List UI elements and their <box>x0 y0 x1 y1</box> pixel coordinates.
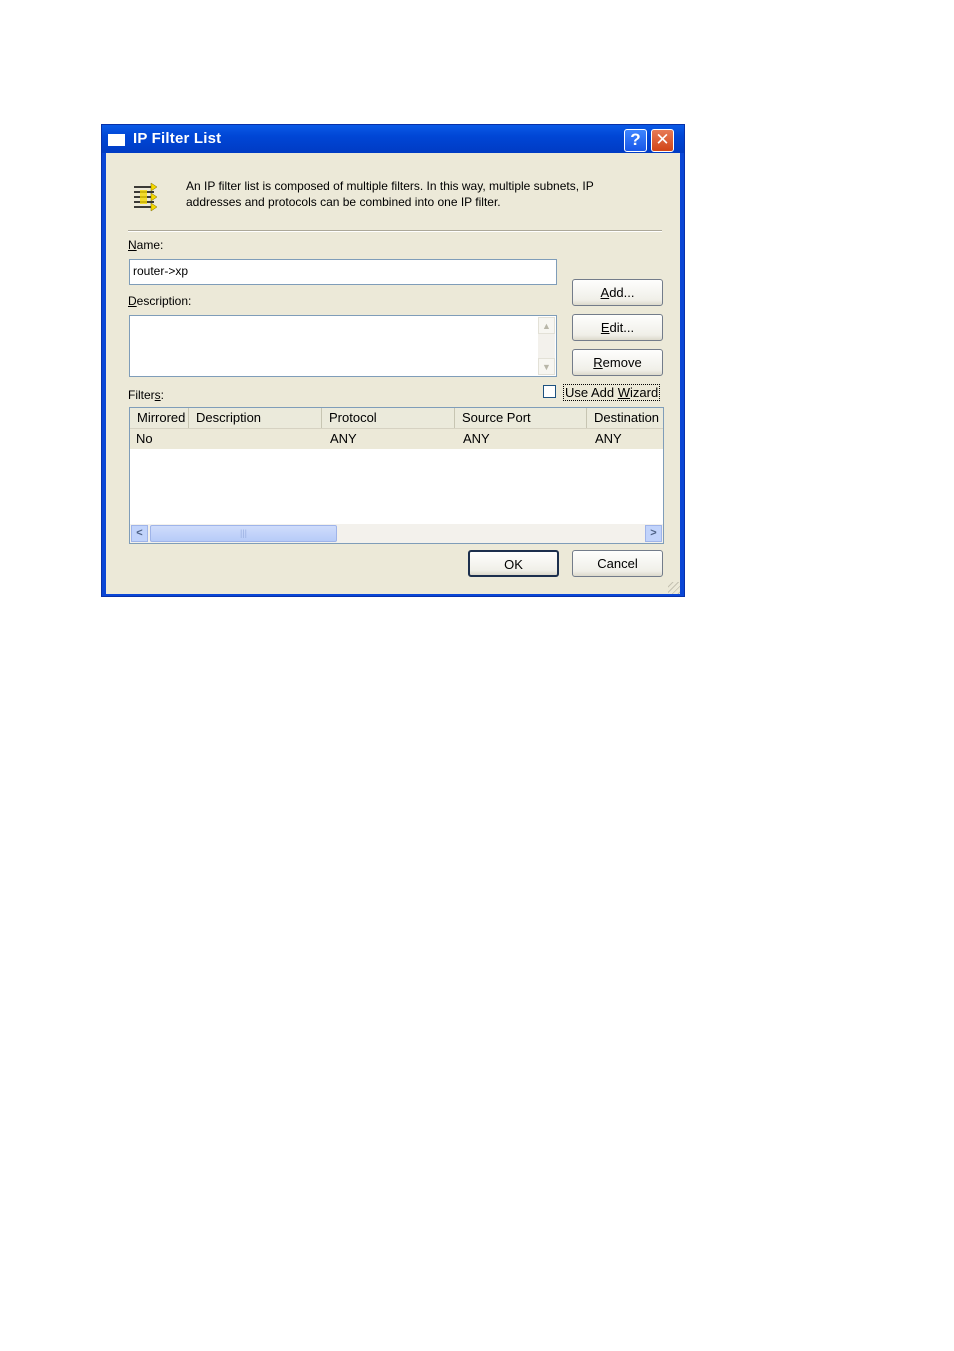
edit-button[interactable]: Edit... <box>572 314 663 341</box>
use-add-wizard-checkbox[interactable] <box>543 385 556 398</box>
remove-accel: R <box>593 355 603 370</box>
wizard-text-b: izard <box>630 385 659 400</box>
add-text: dd... <box>609 285 635 300</box>
name-label-text: ame: <box>136 238 164 252</box>
description-label-text: escription: <box>136 294 192 308</box>
window-title: IP Filter List <box>133 130 222 147</box>
cell-protocol: ANY <box>330 431 357 446</box>
add-accel: A <box>600 285 610 300</box>
column-header-description[interactable]: Description <box>189 408 322 428</box>
edit-text: dit... <box>609 320 635 335</box>
description-scrollbar[interactable]: ▲ ▼ <box>538 317 555 375</box>
column-header-protocol[interactable]: Protocol <box>322 408 455 428</box>
column-header-source-port[interactable]: Source Port <box>455 408 587 428</box>
scroll-down-icon[interactable]: ▼ <box>538 358 555 375</box>
wizard-text-a: Use Add <box>565 385 618 400</box>
scroll-left-icon[interactable]: < <box>131 525 148 542</box>
cell-destination: ANY <box>595 431 622 446</box>
name-field[interactable]: router->xp <box>129 259 557 285</box>
filters-label: Filters: <box>128 388 164 402</box>
filters-list[interactable]: Mirrored Description Protocol Source Por… <box>129 407 664 544</box>
cell-mirrored: No <box>136 431 153 446</box>
cell-description <box>189 429 195 449</box>
name-label-accel: N <box>128 238 137 252</box>
description-field[interactable]: ▲ ▼ <box>129 315 557 377</box>
remove-text: emove <box>602 355 642 370</box>
column-header-destination[interactable]: Destination <box>587 408 663 428</box>
cell-source-port: ANY <box>463 431 490 446</box>
edit-accel: E <box>600 320 610 335</box>
cancel-button[interactable]: Cancel <box>572 550 663 577</box>
help-button[interactable]: ? <box>624 129 647 152</box>
dialog-body: An IP filter list is composed of multipl… <box>106 153 680 594</box>
separator <box>128 230 662 232</box>
title-bar[interactable]: IP Filter List ? ✕ <box>102 125 684 153</box>
description-label: Description: <box>128 294 191 308</box>
add-button[interactable]: Add... <box>572 279 663 306</box>
scroll-thumb[interactable]: ||| <box>150 525 337 542</box>
use-add-wizard-label[interactable]: Use Add Wizard <box>563 384 661 401</box>
filters-text-b: : <box>160 388 165 402</box>
wizard-accel: W <box>617 385 631 400</box>
scroll-up-icon[interactable]: ▲ <box>538 317 555 334</box>
scroll-right-icon[interactable]: > <box>645 525 662 542</box>
ok-button[interactable]: OK <box>468 550 559 577</box>
filter-list-icon <box>134 182 158 212</box>
window-icon <box>108 134 125 146</box>
remove-button[interactable]: Remove <box>572 349 663 376</box>
column-header-mirrored[interactable]: Mirrored <box>130 408 189 428</box>
horizontal-scrollbar[interactable]: < ||| > <box>130 524 663 543</box>
resize-grip-icon[interactable] <box>668 582 680 594</box>
description-label-accel: D <box>128 294 137 308</box>
ip-filter-list-dialog: IP Filter List ? ✕ An IP filter list is … <box>101 124 685 597</box>
name-label: Name: <box>128 238 163 252</box>
filters-text-a: Filter <box>128 388 155 402</box>
list-header: Mirrored Description Protocol Source Por… <box>130 408 663 429</box>
intro-text: An IP filter list is composed of multipl… <box>186 179 594 209</box>
close-button[interactable]: ✕ <box>651 129 674 152</box>
table-row[interactable]: No ANY ANY ANY <box>130 429 663 449</box>
